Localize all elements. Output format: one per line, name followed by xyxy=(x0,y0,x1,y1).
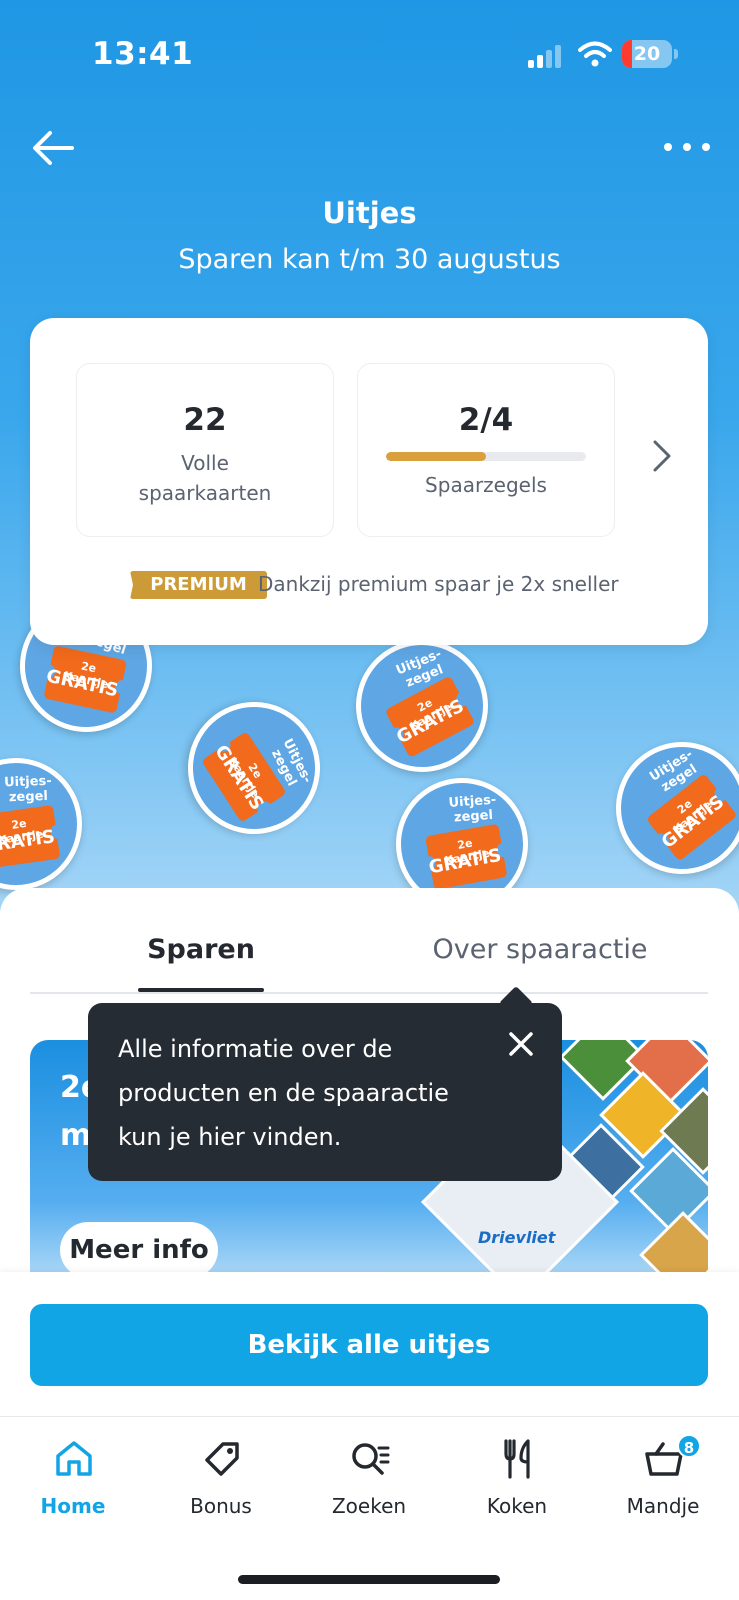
page-subtitle: Sparen kan t/m 30 augustus xyxy=(178,244,561,275)
stamps-label: Spaarzegels xyxy=(425,473,547,497)
tab-sparen[interactable]: Sparen xyxy=(138,934,264,984)
nav-mandje-label: Mandje xyxy=(626,1494,700,1518)
premium-badge: PREMIUM xyxy=(130,571,267,599)
nav-koken-label: Koken xyxy=(486,1494,548,1518)
tab-over-spaaractie[interactable]: Over spaaractie xyxy=(420,934,660,984)
savings-summary-card[interactable]: 22 Volle spaarkaarten 2/4 Spaarzegels PR… xyxy=(30,318,708,645)
nav-koken[interactable]: Koken xyxy=(462,1438,572,1528)
tabs-divider xyxy=(30,992,708,994)
nav-home[interactable]: Home xyxy=(18,1438,128,1528)
nav-zoeken[interactable]: Zoeken xyxy=(314,1438,424,1528)
stamps-stat: 2/4 Spaarzegels xyxy=(357,363,615,537)
full-cards-label-line2: spaarkaarten xyxy=(138,481,272,505)
cart-count-badge: 8 xyxy=(677,1434,701,1458)
nav-bonus[interactable]: Bonus xyxy=(166,1438,276,1528)
more-options-icon[interactable] xyxy=(664,132,714,162)
nav-zoeken-label: Zoeken xyxy=(331,1494,407,1518)
view-all-outings-button[interactable]: Bekijk alle uitjes xyxy=(30,1304,708,1386)
wifi-icon xyxy=(578,41,612,67)
battery-icon: 20 xyxy=(622,40,672,68)
search-icon xyxy=(352,1443,390,1475)
close-icon[interactable] xyxy=(508,1031,534,1057)
page-title: Uitjes xyxy=(322,196,417,230)
stamps-value: 2/4 xyxy=(458,402,514,438)
tooltip-text: Alle informatie over de producten en de … xyxy=(118,1035,449,1151)
full-cards-stat: 22 Volle spaarkaarten xyxy=(76,363,334,537)
stamp-decoration: Uitjes-zegel 2e Kaartje GRATIS xyxy=(597,723,739,893)
nav-divider xyxy=(0,1416,739,1417)
cellular-signal-icon xyxy=(528,44,566,68)
hero-background: 13:41 20 Uitjes Sparen kan t/m 30 august… xyxy=(0,0,739,930)
premium-text: Dankzij premium spaar je 2x sneller xyxy=(258,572,619,596)
cutlery-icon xyxy=(504,1439,530,1479)
info-tooltip: Alle informatie over de producten en de … xyxy=(88,986,562,1181)
chevron-right-icon[interactable] xyxy=(647,436,677,476)
drievliet-logo: Drievliet xyxy=(478,1228,556,1247)
nav-bonus-label: Bonus xyxy=(190,1494,252,1518)
nav-mandje[interactable]: 8 Mandje xyxy=(608,1434,718,1528)
back-arrow-icon[interactable] xyxy=(30,128,78,168)
stamps-progress-fill xyxy=(386,452,486,461)
stamp-decoration: Uitjes-zegel 2e Kaartje GRATIS xyxy=(0,747,93,901)
meer-info-button[interactable]: Meer info xyxy=(60,1222,218,1272)
stamps-progress-bar xyxy=(386,452,586,461)
stamp-decoration: Uitjes-zegel 2e Kaartje GRATIS xyxy=(173,687,335,849)
tag-icon xyxy=(205,1442,239,1476)
home-indicator xyxy=(238,1575,500,1584)
stamp-decoration: Uitjes-zegel 2e Kaartje GRATIS xyxy=(345,629,499,783)
bottom-area: Bekijk alle uitjes Home Bonus Zoeken Kok… xyxy=(0,1272,739,1600)
full-cards-label-line1: Volle xyxy=(181,451,229,475)
full-cards-value: 22 xyxy=(183,402,227,438)
battery-cap xyxy=(674,49,678,59)
battery-level: 20 xyxy=(633,43,661,65)
status-bar: 13:41 20 xyxy=(0,0,739,100)
status-time: 13:41 xyxy=(92,36,194,72)
home-icon xyxy=(56,1441,92,1476)
nav-home-label: Home xyxy=(40,1494,106,1518)
